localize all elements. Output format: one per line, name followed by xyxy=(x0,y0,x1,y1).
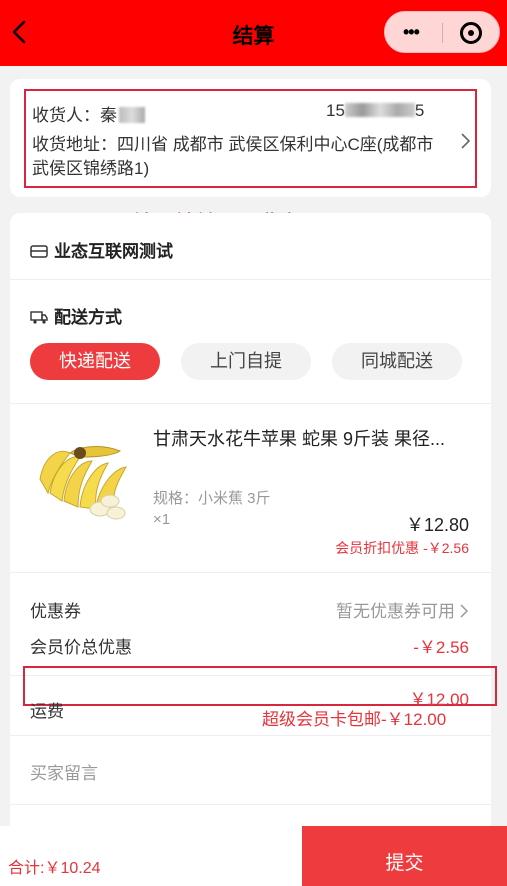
product-image xyxy=(30,417,138,525)
submit-button[interactable]: 提交 xyxy=(302,826,507,886)
store-name: 业态互联网测试 xyxy=(54,242,173,261)
recipient-name: 秦 xyxy=(100,106,117,125)
order-card: 业态互联网测试 配送方式 快递配送 上门自提 同城配送 甘肃天水花牛苹果 蛇果 … xyxy=(10,213,497,833)
coupon-row-value[interactable]: 暂无优惠券可用 xyxy=(336,597,469,622)
buyer-message-field[interactable]: 买家留言 xyxy=(30,759,98,784)
member-total-label: 会员价总优惠 xyxy=(30,638,132,657)
delivery-title-label: 配送方式 xyxy=(54,308,122,327)
coupon-value: 暂无优惠券可用 xyxy=(336,602,455,621)
coupon-label: 优惠券 xyxy=(30,602,81,621)
address-text: 收货地址：四川省 成都市 武侯区保利中心C座(成都市武侯区锦绣路1) xyxy=(32,135,434,178)
product-qty: ×1 xyxy=(153,511,171,528)
member-discount: 会员折扣优惠 -￥2.56 xyxy=(335,540,469,556)
store-icon xyxy=(30,245,48,258)
truck-icon xyxy=(30,311,48,324)
recipient-label: 收货人： xyxy=(32,106,100,125)
member-total-value: -￥2.56 xyxy=(413,638,469,657)
phone-suffix: 5 xyxy=(414,101,425,120)
blurred-phone xyxy=(344,103,415,117)
checkout-bar: 合计:￥10.24 提交 xyxy=(0,826,507,886)
product-price: ￥12.80 xyxy=(405,515,469,535)
top-nav-bar: 结算 ••• xyxy=(0,0,507,66)
chevron-right-icon xyxy=(460,604,469,618)
order-total: 合计:￥10.24 xyxy=(8,860,101,877)
address-highlight-box: 收货人：秦 15 5 收货地址：四川省 成都市 武侯区保利中心C座(成都市武侯区锦… xyxy=(24,89,477,188)
mini-program-capsule: ••• xyxy=(384,11,500,53)
divider xyxy=(10,735,491,736)
chevron-right-icon[interactable] xyxy=(459,131,471,151)
product-name[interactable]: 甘肃天水花牛苹果 蛇果 9斤装 果径... xyxy=(153,425,473,451)
store-title: 业态互联网测试 xyxy=(30,237,173,262)
blurred-name xyxy=(119,107,145,123)
target-circle-icon[interactable] xyxy=(460,22,482,44)
phone-prefix: 15 xyxy=(326,101,345,120)
product-spec: 规格：小米蕉 3斤 xyxy=(153,490,271,507)
divider xyxy=(10,279,491,280)
delivery-option-same-city[interactable]: 同城配送 xyxy=(332,343,462,380)
address-card[interactable]: 收货人：秦 15 5 收货地址：四川省 成都市 武侯区保利中心C座(成都市武侯区锦… xyxy=(10,79,491,197)
recipient-phone: 15 5 xyxy=(326,101,424,121)
recipient-row: 收货人：秦 xyxy=(32,101,145,126)
divider xyxy=(10,804,491,805)
capsule-divider xyxy=(442,23,443,43)
more-dots-icon[interactable]: ••• xyxy=(403,22,420,43)
delivery-option-pickup[interactable]: 上门自提 xyxy=(181,343,311,380)
divider xyxy=(10,403,491,404)
shipping-annotation: 超级会员卡包邮-￥12.00 xyxy=(262,710,447,729)
divider xyxy=(10,572,491,573)
shipping-label: 运费 xyxy=(30,702,64,721)
delivery-option-express[interactable]: 快递配送 xyxy=(30,343,160,380)
delivery-title: 配送方式 xyxy=(30,303,122,328)
